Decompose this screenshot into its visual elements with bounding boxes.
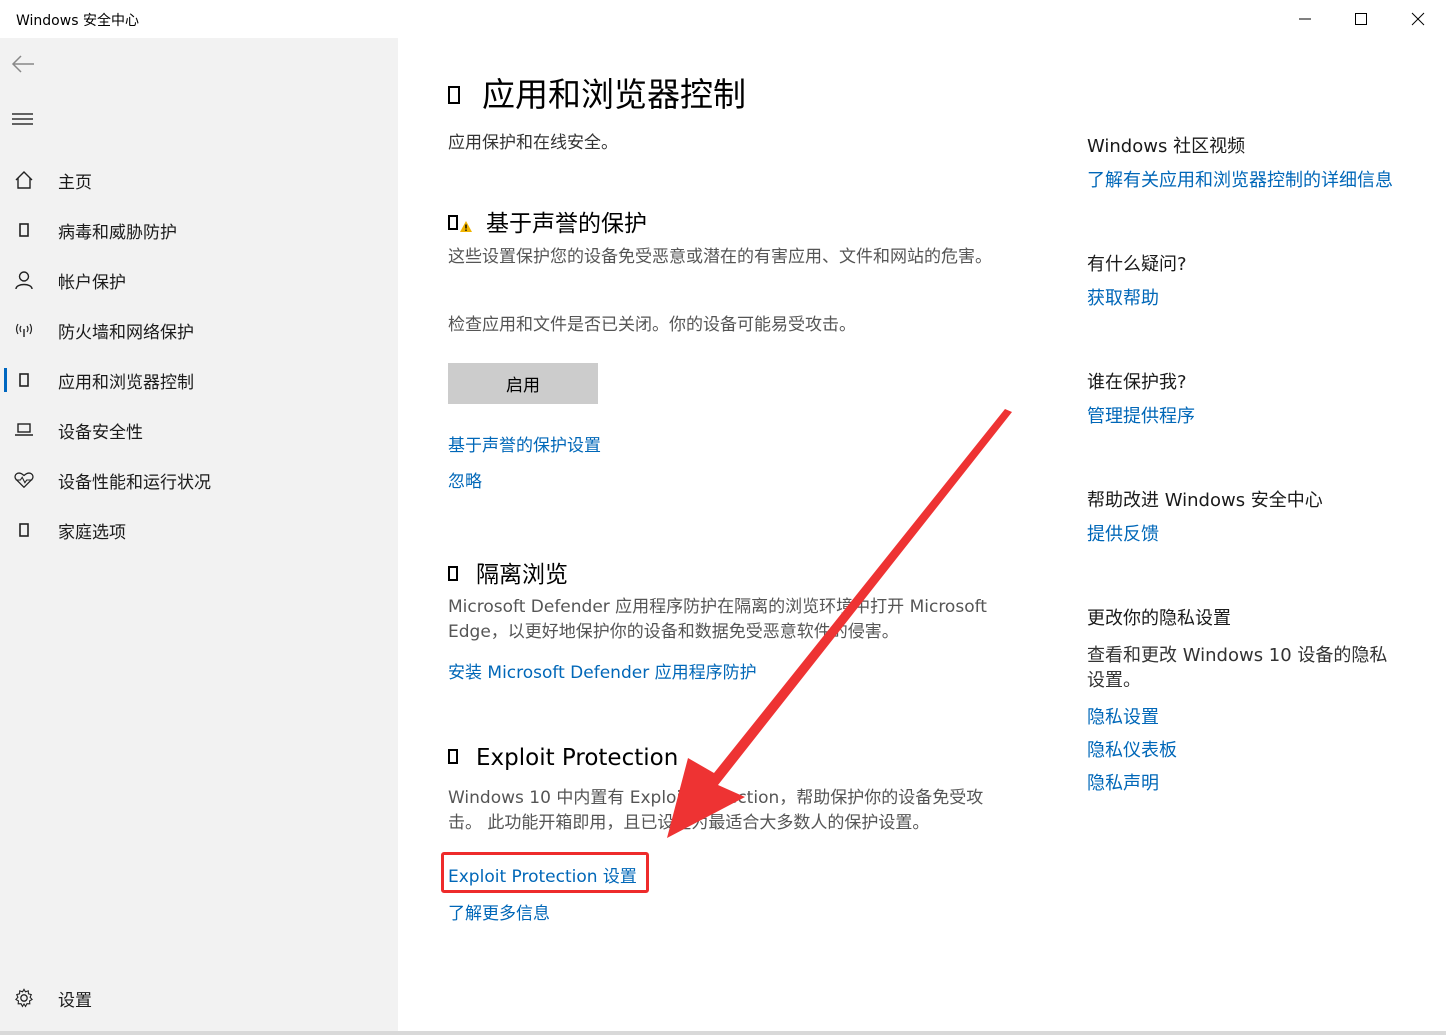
exploit-protection-icon	[448, 749, 458, 764]
hamburger-menu-button[interactable]	[10, 108, 38, 132]
sidebar-item-family[interactable]: 家庭选项	[0, 510, 398, 550]
ignore-link[interactable]: 忽略	[448, 467, 482, 492]
reputation-description: 这些设置保护您的设备免受恶意或潜在的有害应用、文件和网站的危害。	[448, 247, 992, 267]
reputation-status: 检查应用和文件是否已关闭。你的设备可能易受攻击。	[448, 315, 856, 335]
heart-pulse-icon	[14, 470, 34, 490]
hamburger-icon	[12, 113, 33, 125]
exploit-protection-description: Windows 10 中内置有 Exploit Protection，帮助保护你…	[448, 788, 984, 833]
exploit-protection-title: Exploit Protection	[448, 745, 678, 771]
sidebar-item-firewall[interactable]: 防火墙和网络保护	[0, 310, 398, 350]
privacy-statement-link[interactable]: 隐私声明	[1087, 769, 1159, 795]
shield-icon	[14, 220, 34, 240]
reputation-icon	[448, 215, 458, 230]
sidebar-item-settings[interactable]: 设置	[0, 978, 398, 1018]
active-indicator	[4, 368, 7, 392]
family-icon	[14, 520, 34, 540]
isolated-browsing-icon	[448, 566, 458, 581]
isolated-browsing-title: 隔离浏览	[448, 555, 568, 589]
sidebar-item-virus-protection[interactable]: 病毒和威胁防护	[0, 210, 398, 250]
get-help-link[interactable]: 获取帮助	[1087, 284, 1159, 310]
sidebar-item-account[interactable]: 帐户保护	[0, 260, 398, 300]
sidebar-item-device-performance[interactable]: 设备性能和运行状况	[0, 460, 398, 500]
minimize-button[interactable]	[1277, 0, 1333, 38]
privacy-heading: 更改你的隐私设置	[1087, 608, 1231, 629]
give-feedback-link[interactable]: 提供反馈	[1087, 520, 1159, 546]
enable-button[interactable]: 启用	[448, 363, 598, 404]
back-arrow-icon	[11, 55, 34, 73]
maximize-button[interactable]	[1333, 0, 1389, 38]
gear-icon	[14, 988, 34, 1008]
sidebar-item-label: 病毒和威胁防护	[58, 222, 177, 243]
minimize-icon	[1299, 18, 1311, 20]
who-protects-heading: 谁在保护我?	[1087, 372, 1187, 393]
learn-more-link[interactable]: 了解更多信息	[448, 899, 550, 924]
reputation-settings-link[interactable]: 基于声誉的保护设置	[448, 431, 601, 456]
privacy-settings-link[interactable]: 隐私设置	[1087, 703, 1159, 729]
title-bar: Windows 安全中心	[0, 0, 1446, 38]
community-videos-heading: Windows 社区视频	[1087, 136, 1246, 157]
exploit-protection-settings-link[interactable]: Exploit Protection 设置	[448, 862, 637, 887]
privacy-dashboard-link[interactable]: 隐私仪表板	[1087, 736, 1177, 762]
sidebar-item-label: 家庭选项	[58, 522, 126, 543]
manage-providers-link[interactable]: 管理提供程序	[1087, 402, 1195, 428]
app-browser-icon	[448, 86, 460, 104]
improve-heading: 帮助改进 Windows 安全中心	[1087, 490, 1323, 511]
sidebar: 主页 病毒和威胁防护 帐户保护 防火墙和网络保护 应用和浏览器控制 设备安全性	[0, 38, 398, 1035]
sidebar-item-label: 设备性能和运行状况	[58, 472, 211, 493]
sidebar-item-app-browser-control[interactable]: 应用和浏览器控制	[0, 360, 398, 400]
sidebar-item-label: 帐户保护	[58, 272, 126, 293]
home-icon	[14, 170, 34, 190]
sidebar-item-home[interactable]: 主页	[0, 160, 398, 200]
window-bottom-border	[0, 1031, 1446, 1035]
page-title: 应用和浏览器控制	[448, 68, 746, 116]
laptop-icon	[14, 420, 34, 440]
warning-icon	[460, 221, 472, 232]
maximize-icon	[1355, 13, 1367, 25]
sidebar-item-label: 设备安全性	[58, 422, 143, 443]
question-heading: 有什么疑问?	[1087, 254, 1187, 275]
person-icon	[14, 270, 34, 290]
page-subtitle: 应用保护和在线安全。	[448, 133, 618, 153]
learn-app-browser-control-link[interactable]: 了解有关应用和浏览器控制的详细信息	[1087, 166, 1393, 192]
close-button[interactable]	[1390, 0, 1446, 38]
install-application-guard-link[interactable]: 安装 Microsoft Defender 应用程序防护	[448, 658, 757, 683]
back-button[interactable]	[10, 52, 38, 76]
wireless-icon	[14, 320, 34, 340]
window-title: Windows 安全中心	[16, 13, 139, 29]
sidebar-item-label: 主页	[58, 172, 92, 193]
sidebar-item-label: 设置	[58, 990, 92, 1011]
sidebar-item-device-security[interactable]: 设备安全性	[0, 410, 398, 450]
sidebar-item-label: 防火墙和网络保护	[58, 322, 194, 343]
sidebar-item-label: 应用和浏览器控制	[58, 372, 194, 393]
app-browser-icon	[14, 370, 34, 390]
close-icon	[1411, 12, 1425, 26]
reputation-section-title: 基于声誉的保护	[448, 204, 647, 238]
isolated-browsing-description: Microsoft Defender 应用程序防护在隔离的浏览环境中打开 Mic…	[448, 597, 987, 642]
privacy-description: 查看和更改 Windows 10 设备的隐私设置。	[1087, 645, 1388, 691]
